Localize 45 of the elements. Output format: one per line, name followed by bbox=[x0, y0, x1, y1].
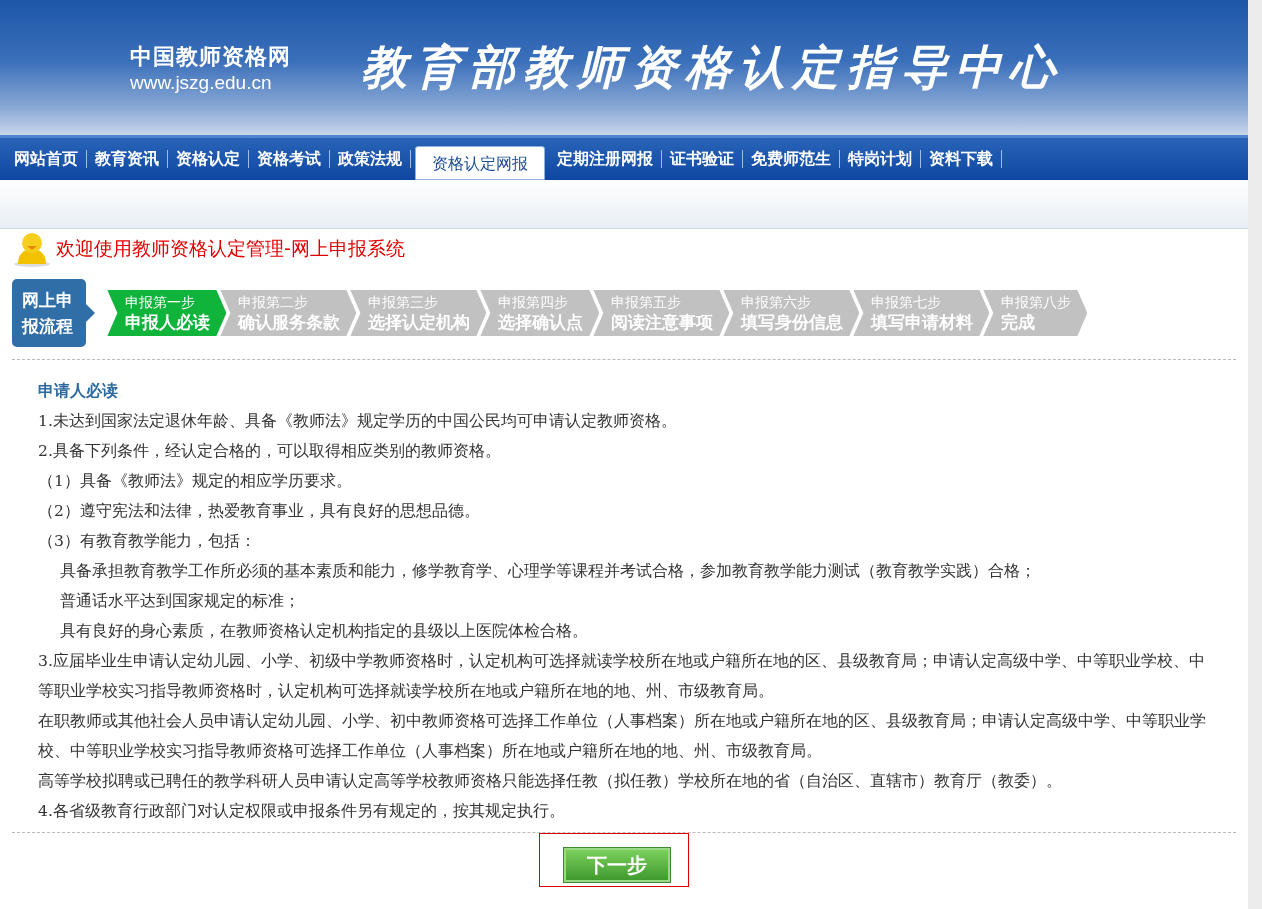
notice-item: （1）具备《教师法》规定的相应学历要求。 bbox=[38, 471, 353, 492]
notice-item: 普通话水平达到国家规定的标准； bbox=[59, 591, 301, 612]
step-title: 填写申请材料 bbox=[871, 310, 974, 333]
notice-paragraph: 高等学校拟聘或已聘任的教学科研人员申请认定高等学校教师资格只能选择任教（拟任教）学校所在地的省（自治区、直辖市）教育厅（教委）。 bbox=[38, 771, 1063, 792]
nav-tab[interactable]: 资格认定 bbox=[168, 150, 249, 168]
step-number: 申报第七步 bbox=[871, 293, 943, 311]
notice-item: 具备承担教育教学工作所必须的基本素质和能力，修学教育学、心理学等课程并考试合格，参加教育教学能力测试（教育教学实践）合格； bbox=[59, 561, 1037, 582]
step-title: 阅读注意事项 bbox=[611, 310, 714, 333]
step-title: 完成 bbox=[1001, 310, 1037, 333]
nav-tab[interactable]: 资料下载 bbox=[921, 150, 1002, 168]
nav-tab[interactable]: 特岗计划 bbox=[840, 150, 921, 168]
step-title: 选择认定机构 bbox=[368, 310, 471, 333]
notice-paragraph: 2.具备下列条件，经认定合格的，可以取得相应类别的教师资格。 bbox=[38, 441, 502, 462]
step-title: 填写身份信息 bbox=[741, 310, 844, 333]
step-number: 申报第八步 bbox=[1001, 293, 1072, 311]
nav-tab[interactable]: 网站首页 bbox=[6, 150, 87, 168]
step-title: 选择确认点 bbox=[498, 310, 584, 333]
nav-tab[interactable]: 政策法规 bbox=[330, 150, 411, 168]
step-title: 确认服务条款 bbox=[238, 310, 341, 333]
step-number: 申报第四步 bbox=[498, 293, 570, 311]
banner-title: 教育部教师资格认定指导中心 bbox=[361, 38, 1063, 96]
notice-paragraph: 1.未达到国家法定退休年龄、具备《教师法》规定学历的中国公民均可申请认定教师资格。 bbox=[38, 411, 678, 432]
nav-tab[interactable]: 教育资讯 bbox=[87, 150, 168, 168]
step-title: 申报人必读 bbox=[125, 310, 211, 333]
notice-paragraph: 在职教师或其他社会人员申请认定幼儿园、小学、初中教师资格可选择工作单位（人事档案）所在地或户籍所在地的区、县级教育局；申请认定高级中学、中等职业学校、中等职业学校实习指导教师资格可选择工作单位（人事档案）所在地或户籍所在地的地、州、市级教育局。 bbox=[38, 711, 1207, 762]
notice-item: 具有良好的身心素质，在教师资格认定机构指定的县级以上医院体检合格。 bbox=[59, 621, 589, 642]
pointer-icon bbox=[86, 304, 96, 322]
welcome-title: 欢迎使用教师资格认定管理-网上申报系统 bbox=[56, 236, 405, 261]
nav-tab[interactable]: 定期注册网报 bbox=[549, 150, 662, 168]
notice-item: （2）遵守宪法和法律，热爱教育事业，具有良好的思想品德。 bbox=[38, 501, 481, 522]
nav-tab[interactable]: 免费师范生 bbox=[743, 150, 840, 168]
nav-tab[interactable]: 资格考试 bbox=[249, 150, 330, 168]
notice-item: （3）有教育教学能力，包括： bbox=[38, 531, 257, 552]
user-icon bbox=[12, 231, 52, 267]
nav-tab[interactable]: 资格认定网报 bbox=[415, 146, 545, 180]
site-url: www.jszg.edu.cn bbox=[130, 71, 273, 94]
nav-tab[interactable]: 证书验证 bbox=[662, 150, 743, 168]
step-number: 申报第六步 bbox=[741, 293, 813, 311]
notice-paragraph: 3.应届毕业生申请认定幼儿园、小学、初级中学教师资格时，认定机构可选择就读学校所在地或户籍所在地的区、县级教育局；申请认定高级中学、中等职业学校、中等职业学校实习指导教师资格时，认定机构可选择就读学校所在地或户籍所在地的地、州、市级教育局。 bbox=[38, 651, 1206, 702]
step-number: 申报第一步 bbox=[125, 293, 197, 311]
site-name: 中国教师资格网 bbox=[130, 42, 291, 71]
section-heading: 申请人必读 bbox=[38, 380, 119, 402]
step-number: 申报第五步 bbox=[611, 293, 683, 311]
flow-label: 网上申报流程 bbox=[12, 279, 87, 347]
notice-paragraph: 4.各省级教育行政部门对认定权限或申报条件另有规定的，按其规定执行。 bbox=[38, 801, 566, 822]
